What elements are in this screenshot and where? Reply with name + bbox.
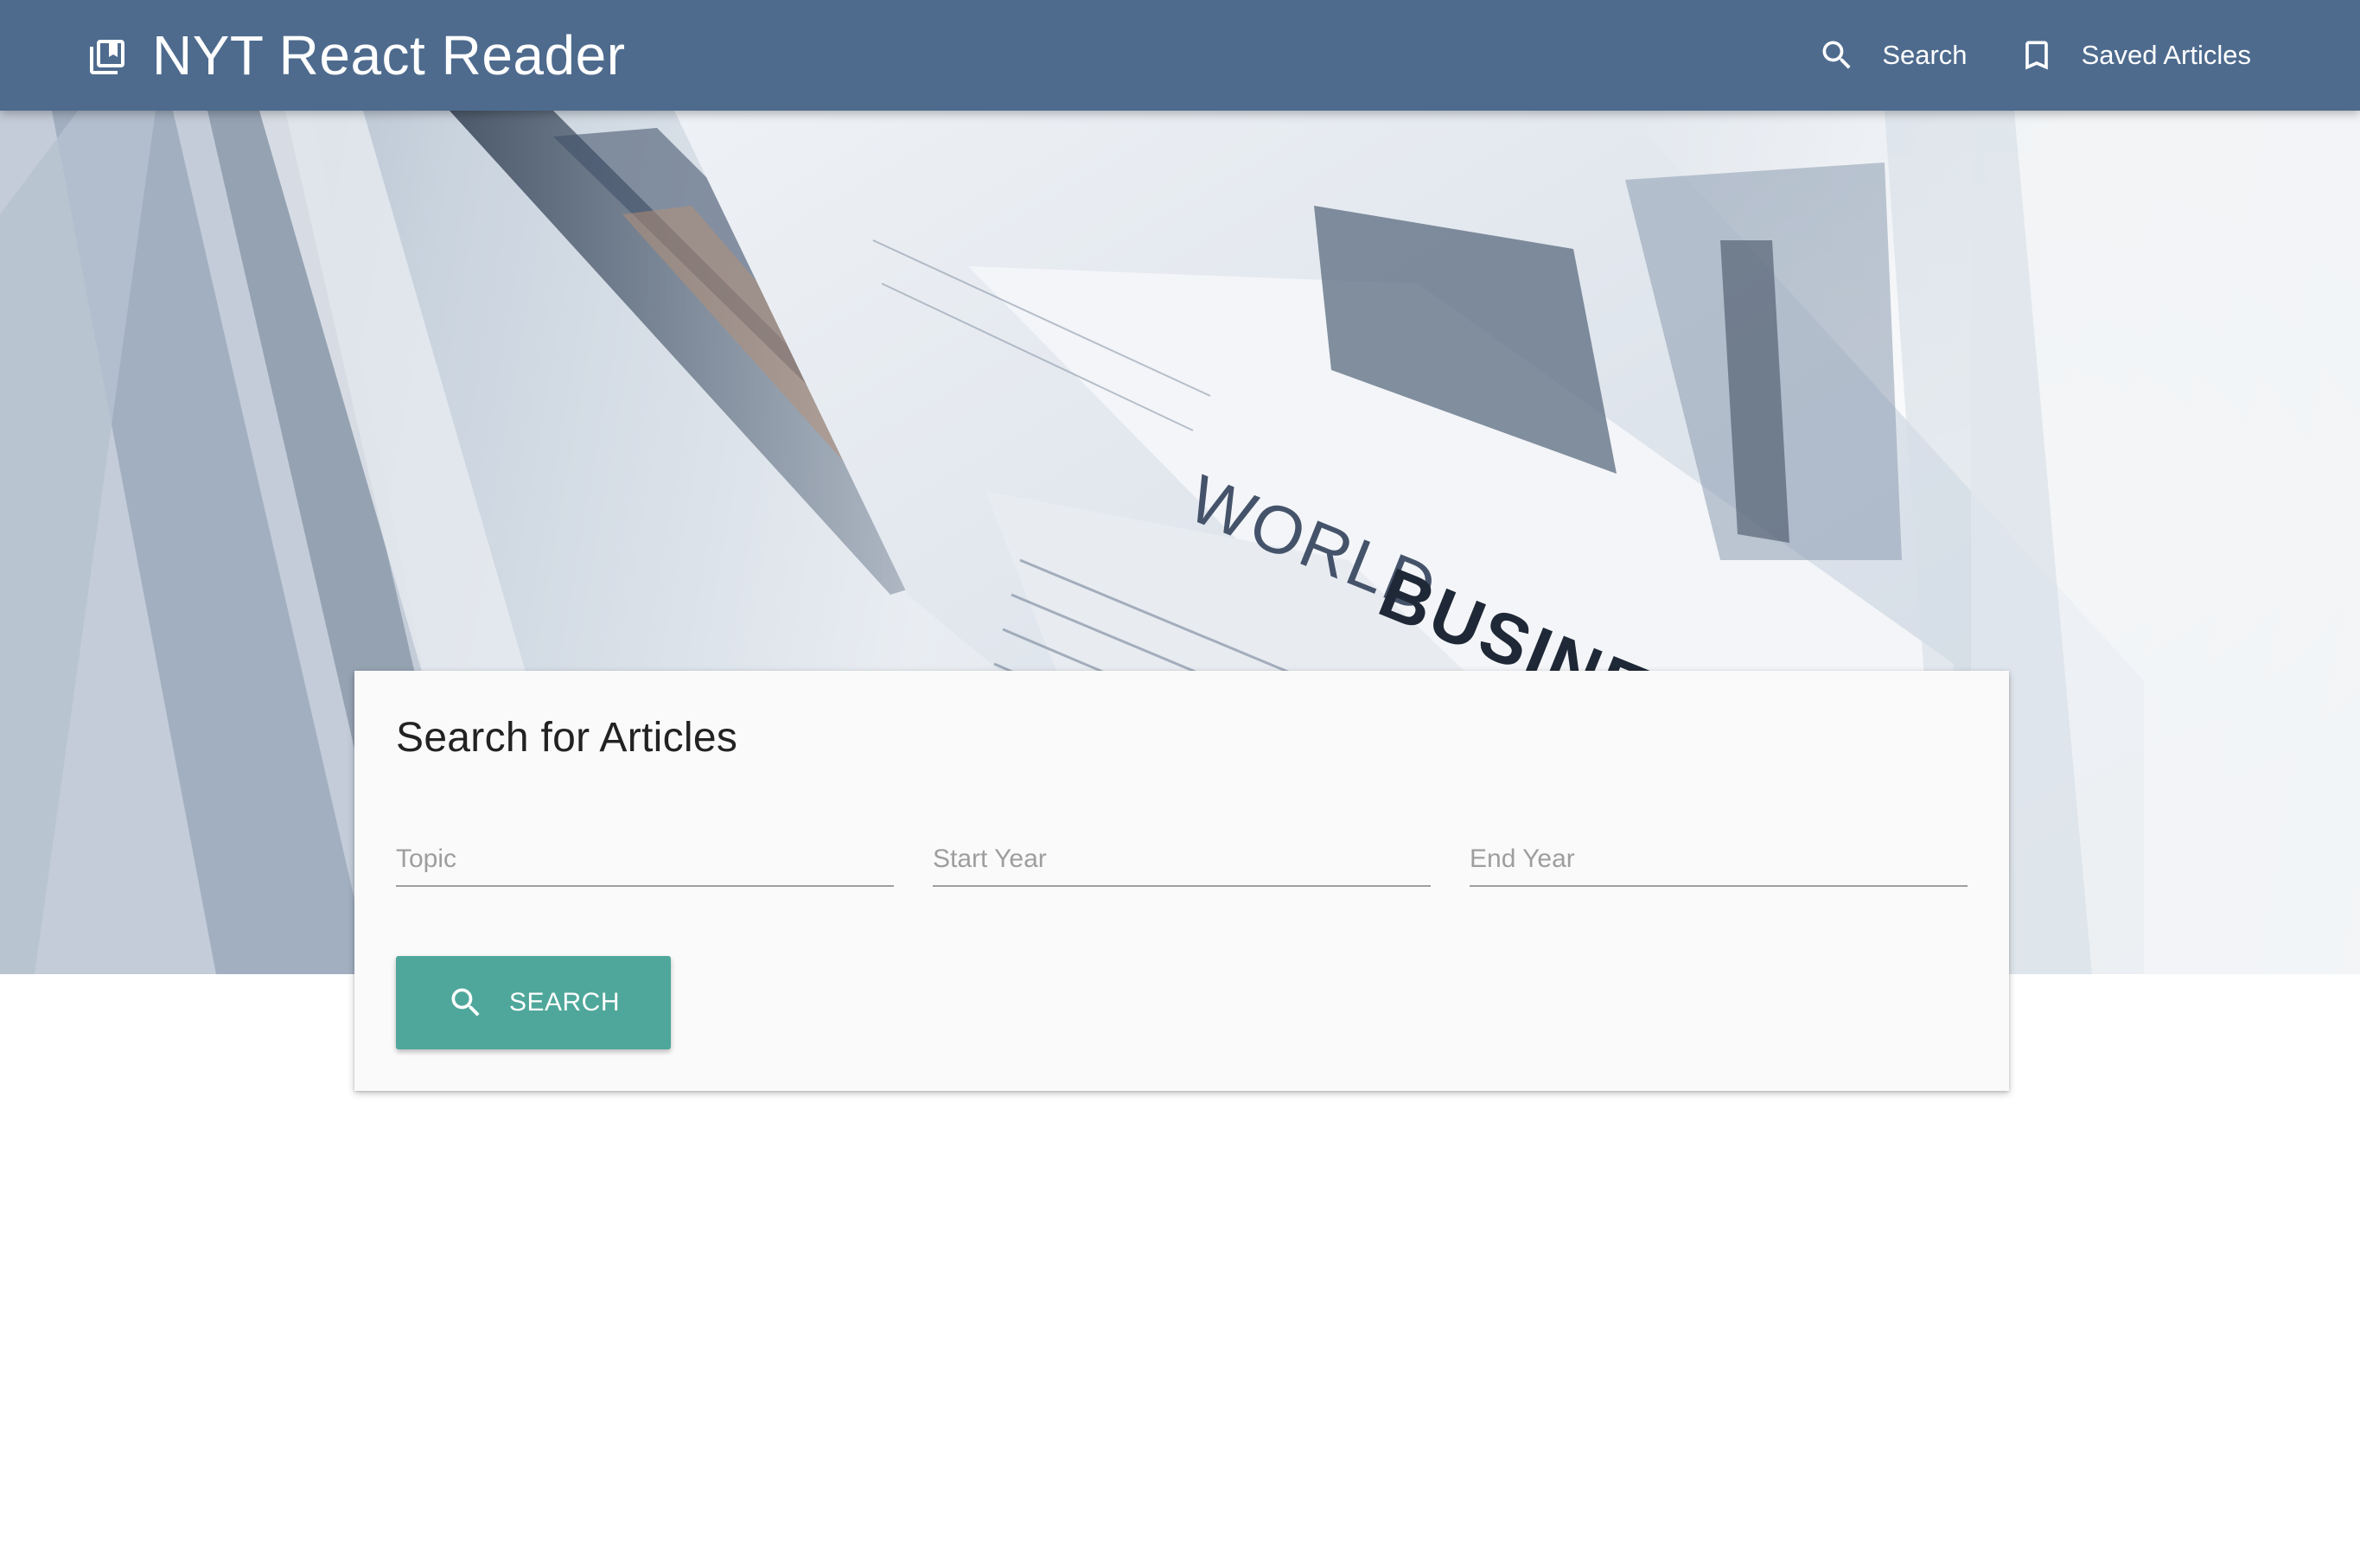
library-books-icon — [90, 40, 124, 74]
nav-links: Search Saved Articles — [1768, 0, 2251, 111]
search-icon — [1822, 41, 1851, 69]
topic-input[interactable] — [396, 825, 894, 887]
nav-search-link[interactable]: Search — [1818, 36, 1968, 74]
start-year-input[interactable] — [933, 825, 1431, 887]
bookmark-icon — [2025, 41, 2048, 70]
nav-saved-articles-label: Saved Articles — [2081, 40, 2251, 70]
search-button-label: SEARCH — [508, 988, 621, 1017]
search-card-title: Search for Articles — [396, 715, 738, 761]
search-card: Search for Articles SEARCH — [354, 671, 2009, 1091]
search-icon — [451, 988, 480, 1017]
app-title: NYT React Reader — [152, 24, 626, 86]
topic-field — [396, 825, 894, 921]
top-navbar: NYT React Reader Search Saved Articles — [0, 0, 2360, 111]
end-year-input[interactable] — [1470, 825, 1968, 887]
nav-search-label: Search — [1882, 40, 1968, 70]
start-year-field — [933, 825, 1431, 921]
nav-saved-articles-link[interactable]: Saved Articles — [2018, 36, 2251, 74]
search-button[interactable]: SEARCH — [396, 956, 671, 1049]
end-year-field — [1470, 825, 1968, 921]
brand-link[interactable]: NYT React Reader — [86, 0, 626, 111]
